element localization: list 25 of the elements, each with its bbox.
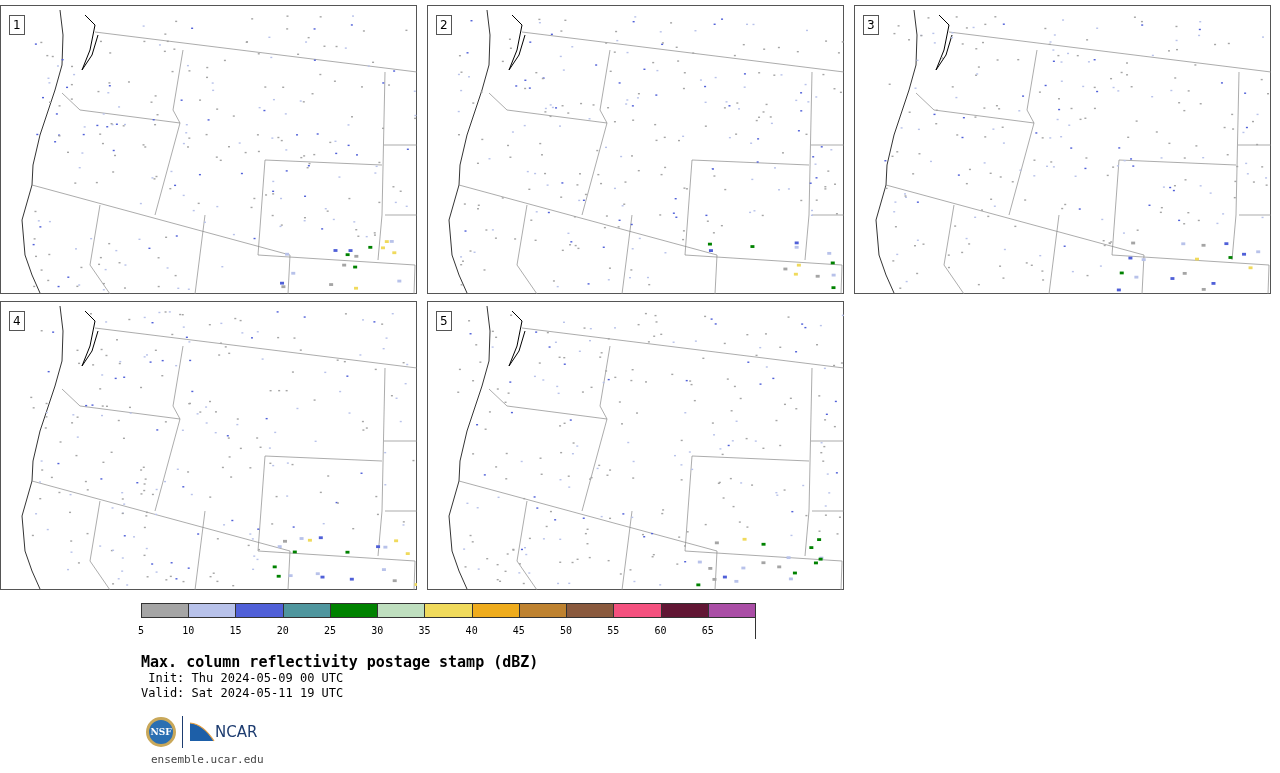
tick-label: 55: [607, 625, 620, 636]
tick-label: 25: [323, 625, 336, 636]
tick-label: 40: [465, 625, 478, 636]
panel-number: 1: [9, 15, 25, 35]
tick-label: 35: [418, 625, 431, 636]
tick-label: 30: [371, 625, 384, 636]
tick-label: 5: [138, 625, 144, 636]
panel-number: 4: [9, 311, 25, 331]
tick-label: 20: [276, 625, 289, 636]
tick-label: 60: [654, 625, 667, 636]
tick-label: 45: [512, 625, 525, 636]
init-time: Init: Thu 2024-05-09 00 UTC: [147, 671, 345, 686]
panel-number: 2: [436, 15, 452, 35]
tick-label: 50: [560, 625, 573, 636]
ncar-logo: NCAR: [215, 723, 258, 741]
panel-number: 3: [863, 15, 879, 35]
chart-title: Max. column reflectivity postage stamp (dBZ): [141, 653, 540, 671]
website-link[interactable]: ensemble.ucar.edu: [141, 753, 1280, 766]
nsf-logo: NSF: [146, 717, 176, 747]
swoosh-icon: [189, 722, 215, 742]
tick-label: 10: [182, 625, 195, 636]
tick-label: 15: [229, 625, 242, 636]
panel-number: 5: [436, 311, 452, 331]
tick-label: 65: [701, 625, 714, 636]
valid-time: Valid: Sat 2024-05-11 19 UTC: [141, 686, 345, 701]
